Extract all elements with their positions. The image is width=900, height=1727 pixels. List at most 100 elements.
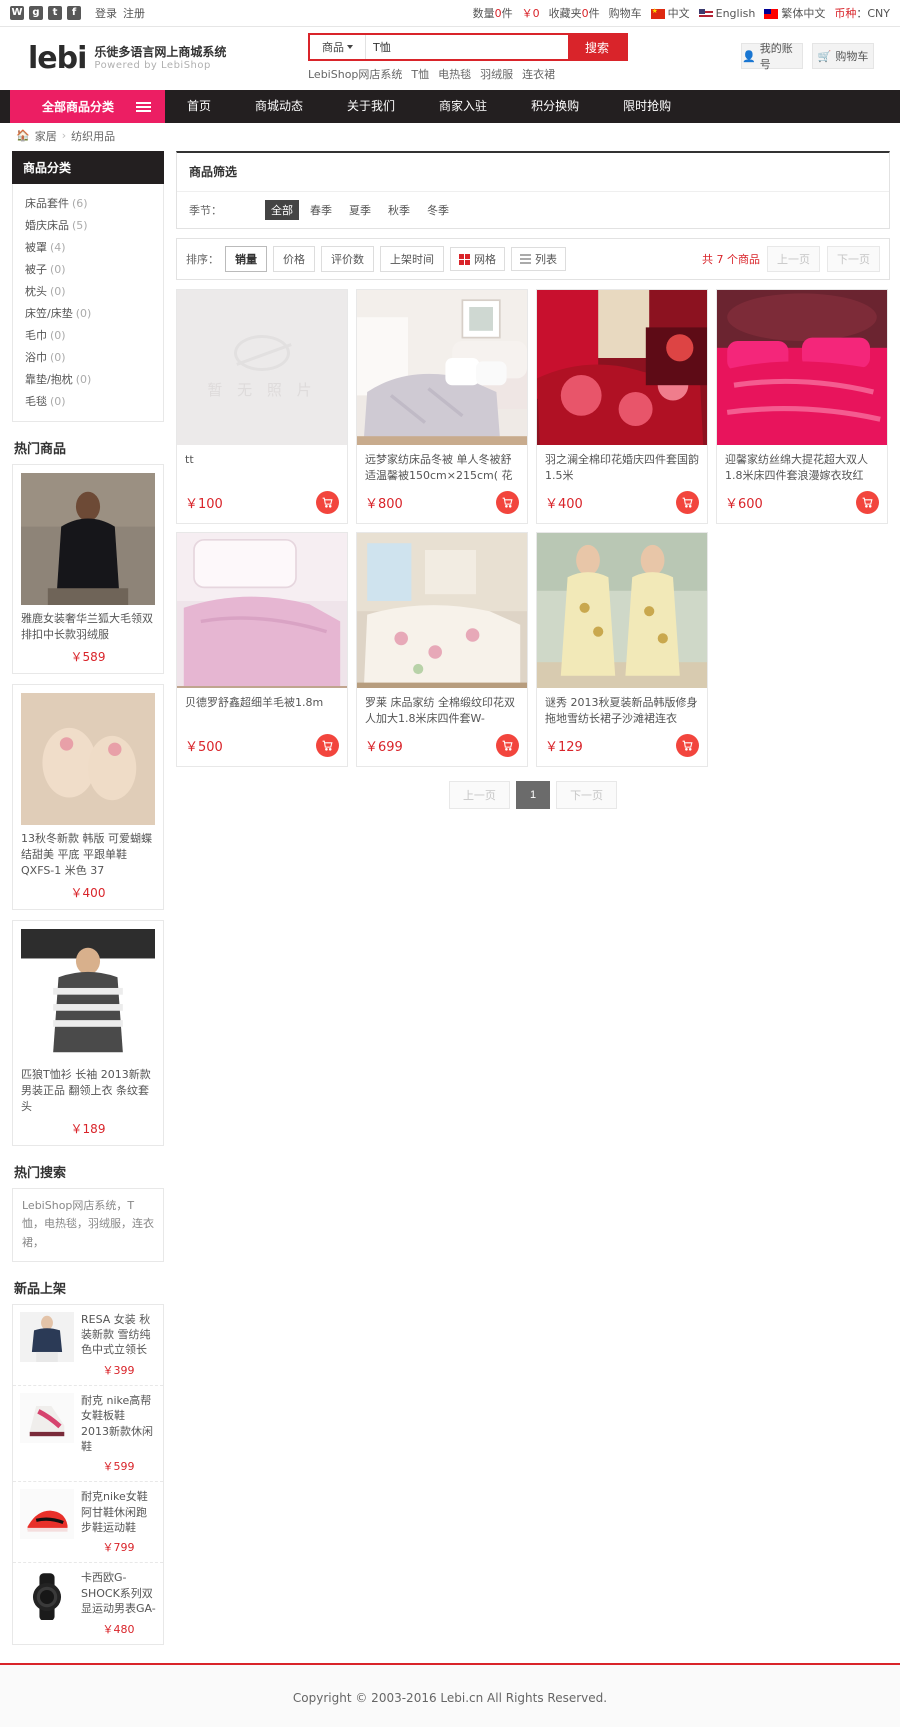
nav-item-flashsale[interactable]: 限时抢购 [601, 90, 693, 123]
add-to-cart-button[interactable] [496, 491, 519, 514]
sidebar-item-bedding-set[interactable]: 床品套件 (6) [13, 192, 163, 214]
hot-search-text[interactable]: LebiShop网店系统，T恤，电热毯，羽绒服，连衣裙， [12, 1187, 164, 1262]
add-to-cart-button[interactable] [856, 491, 879, 514]
product-card[interactable]: 远梦家纺床品冬被 单人冬被舒适温馨被150cm×215cm( 花 ￥800 [356, 289, 528, 524]
product-name: 谜秀 2013秋夏装新品韩版修身拖地雪纺长裙子沙滩裙连衣 [545, 696, 698, 725]
search-button[interactable]: 搜索 [568, 35, 626, 59]
nav-item-home[interactable]: 首页 [165, 90, 233, 123]
new-arrivals-list: RESA 女装 秋装新款 雪纺纯色中式立领长 ￥399 耐克 nike高帮女鞋板… [12, 1303, 164, 1645]
site-logo[interactable]: lebi 乐徙多语言网上商城系统 Powered by LebiShop [28, 40, 227, 76]
list-item[interactable]: 耐克 nike高帮女鞋板鞋 2013新款休闲鞋 ￥599 [13, 1386, 163, 1483]
favorites[interactable]: 收藏夹0件 [549, 5, 600, 21]
hot-word-2[interactable]: 电热毯 [438, 66, 471, 82]
sidebar-item-bath-towel[interactable]: 浴巾 (0) [13, 346, 163, 368]
hot-product-price: ￥189 [70, 1121, 106, 1136]
google-plus-icon[interactable]: g [29, 6, 43, 20]
hot-product-image [21, 928, 155, 1061]
sidebar-item-quilt[interactable]: 被子 (0) [13, 258, 163, 280]
view-grid-button[interactable]: 网格 [450, 247, 505, 271]
pagination-prev[interactable]: 上一页 [448, 781, 510, 809]
lang-cn[interactable]: 中文 [650, 5, 690, 21]
twitter-icon[interactable]: t [48, 6, 62, 20]
search-input[interactable] [366, 35, 568, 59]
login-link[interactable]: 登录 [95, 5, 117, 21]
view-list-button[interactable]: 列表 [511, 247, 566, 271]
sidebar-item-mattress[interactable]: 床笠/床垫 (0) [13, 302, 163, 324]
hot-product-card[interactable]: 13秋冬新款 韩版 可爱蝴蝶结甜美 平底 平跟单鞋QXFS-1 米色 37 ￥4… [12, 683, 164, 910]
view-list-label: 列表 [535, 253, 557, 266]
sort-by-sales[interactable]: 销量 [225, 246, 267, 272]
product-card[interactable]: 谜秀 2013秋夏装新品韩版修身拖地雪纺长裙子沙滩裙连衣 ￥129 [536, 532, 708, 767]
sidebar-item-pillow[interactable]: 枕头 (0) [13, 280, 163, 302]
product-card[interactable]: 暂 无 照 片 tt ￥100 [176, 289, 348, 524]
sidebar-item-towel[interactable]: 毛巾 (0) [13, 324, 163, 346]
weibo-icon[interactable]: W [10, 6, 24, 20]
facebook-icon[interactable]: f [67, 6, 81, 20]
add-to-cart-button[interactable] [316, 491, 339, 514]
cart-link[interactable]: 购物车 [609, 5, 642, 21]
cart-button[interactable]: 🛒 购物车 [812, 43, 874, 69]
product-card[interactable]: 贝德罗舒鑫超细羊毛被1.8m ￥500 [176, 532, 348, 767]
hot-product-card[interactable]: 雅鹿女装奢华兰狐大毛领双排扣中长款羽绒服 ￥589 [12, 464, 164, 674]
chevron-down-icon [347, 45, 353, 49]
register-link[interactable]: 注册 [123, 5, 145, 21]
sortbar-prev-page[interactable]: 上一页 [767, 246, 820, 272]
list-item[interactable]: 卡西欧G-SHOCK系列双显运动男表GA- ￥480 [13, 1563, 163, 1643]
lang-en[interactable]: English [698, 7, 755, 20]
hot-word-3[interactable]: 羽绒服 [480, 66, 513, 82]
nav-item-about[interactable]: 关于我们 [325, 90, 417, 123]
season-option-spring[interactable]: 春季 [304, 200, 338, 220]
product-card[interactable]: 罗莱 床品家纺 全棉缎纹印花双人加大1.8米床四件套W- ￥699 [356, 532, 528, 767]
social-links: W g t f [10, 6, 81, 20]
product-image [717, 290, 887, 445]
product-card[interactable]: 羽之澜全棉印花婚庆四件套国韵1.5米 ￥400 [536, 289, 708, 524]
season-option-autumn[interactable]: 秋季 [382, 200, 416, 220]
hot-word-0[interactable]: LebiShop网店系统 [308, 66, 402, 82]
all-categories-button[interactable]: 全部商品分类 [10, 90, 165, 123]
currency-selector[interactable]: 币种：CNY [834, 5, 890, 21]
user-icon: 👤 [742, 49, 756, 63]
nav-item-merchant[interactable]: 商家入驻 [417, 90, 509, 123]
nav-item-points[interactable]: 积分换购 [509, 90, 601, 123]
new-product-price: ￥599 [102, 1460, 135, 1474]
product-price: ￥600 [725, 497, 763, 512]
hot-search-title: 热门搜索 [14, 1165, 67, 1181]
search-category-label: 商品 [322, 41, 344, 54]
hot-word-1[interactable]: T恤 [411, 66, 429, 82]
product-name: 羽之澜全棉印花婚庆四件套国韵1.5米 [545, 453, 699, 482]
new-product-image [20, 1489, 74, 1540]
hot-word-4[interactable]: 连衣裙 [522, 66, 555, 82]
season-option-winter[interactable]: 冬季 [421, 200, 455, 220]
sidebar-item-quilt-cover[interactable]: 被罩 (4) [13, 236, 163, 258]
sort-by-price[interactable]: 价格 [273, 246, 315, 272]
home-icon[interactable]: 🏠 [16, 129, 30, 142]
list-item[interactable]: 耐克nike女鞋阿甘鞋休闲跑步鞋运动鞋 ￥799 [13, 1482, 163, 1564]
sidebar-item-blanket[interactable]: 毛毯 (0) [13, 390, 163, 412]
season-option-all[interactable]: 全部 [265, 200, 299, 220]
hot-product-name: 雅鹿女装奢华兰狐大毛领双排扣中长款羽绒服 [21, 612, 153, 641]
hot-product-name: 匹狼T恤衫 长袖 2013新款 男装正品 翻领上衣 条纹套头 [21, 1067, 151, 1113]
product-image [177, 533, 347, 688]
add-to-cart-button[interactable] [496, 734, 519, 757]
nav-item-news[interactable]: 商城动态 [233, 90, 325, 123]
lang-tw[interactable]: 繁体中文 [764, 5, 825, 21]
add-to-cart-button[interactable] [676, 491, 699, 514]
hot-product-card[interactable]: 匹狼T恤衫 长袖 2013新款 男装正品 翻领上衣 条纹套头 ￥189 [12, 919, 164, 1146]
sidebar-item-cushion[interactable]: 靠垫/抱枕 (0) [13, 368, 163, 390]
sort-by-date[interactable]: 上架时间 [380, 246, 444, 272]
sort-by-reviews[interactable]: 评价数 [321, 246, 374, 272]
product-card[interactable]: 迎馨家纺丝绵大提花超大双人1.8米床四件套浪漫嫁衣玫红 ￥600 [716, 289, 888, 524]
add-to-cart-button[interactable] [316, 734, 339, 757]
logo-mark: lebi [28, 40, 87, 76]
add-to-cart-button[interactable] [676, 734, 699, 757]
list-item[interactable]: RESA 女装 秋装新款 雪纺纯色中式立领长 ￥399 [13, 1305, 163, 1386]
search-category-dropdown[interactable]: 商品 [310, 35, 366, 59]
sidebar-item-wedding-bedding[interactable]: 婚庆床品 (5) [13, 214, 163, 236]
sortbar-next-page[interactable]: 下一页 [827, 246, 880, 272]
logo-title: 乐徙多语言网上商城系统 [94, 44, 227, 59]
breadcrumb-home[interactable]: 家居 [35, 128, 57, 144]
pagination-next[interactable]: 下一页 [556, 781, 618, 809]
season-option-summer[interactable]: 夏季 [343, 200, 377, 220]
pagination-page-1[interactable]: 1 [515, 781, 551, 809]
my-account-button[interactable]: 👤 我的账号 [741, 42, 803, 71]
